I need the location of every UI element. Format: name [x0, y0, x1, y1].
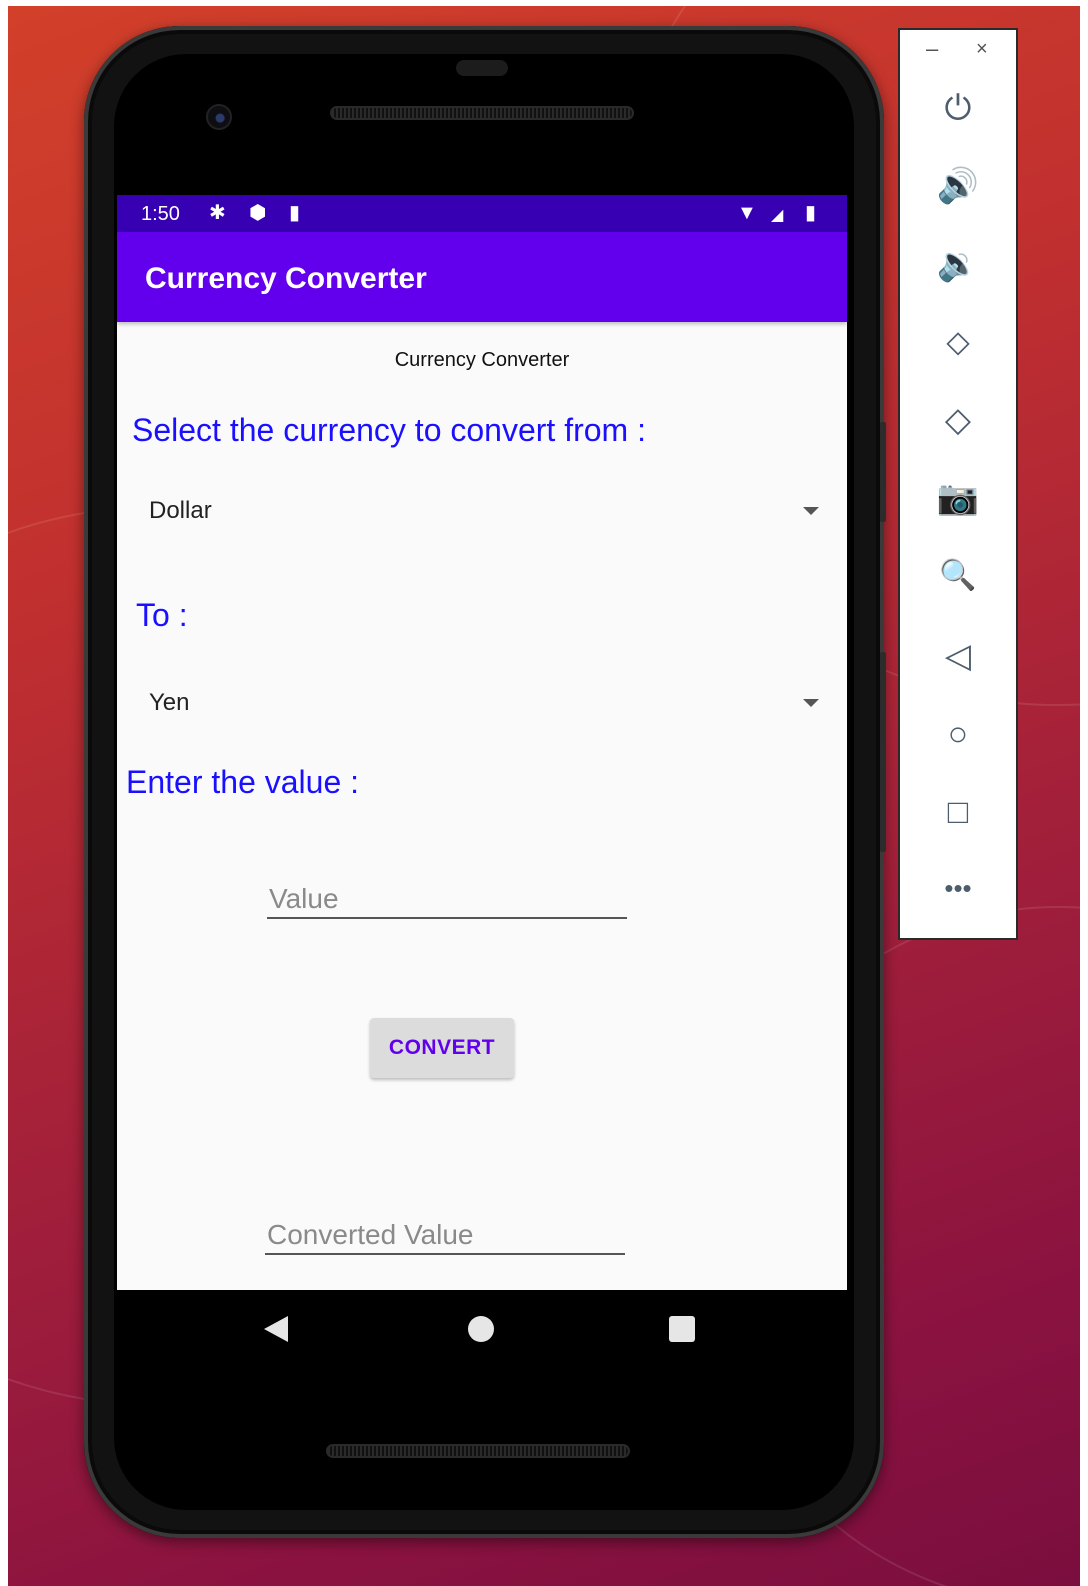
- converted-value-field[interactable]: Converted Value: [265, 1205, 625, 1255]
- app-bar-title: Currency Converter: [145, 262, 427, 295]
- phone-top-speaker: [330, 106, 634, 120]
- to-currency-value: Yen: [149, 689, 190, 716]
- status-time: 1:50: [141, 203, 180, 225]
- overview-icon[interactable]: □: [900, 792, 1016, 832]
- from-currency-value: Dollar: [149, 497, 212, 524]
- to-currency-dropdown[interactable]: Yen: [149, 677, 819, 727]
- phone-front-camera: [206, 104, 232, 130]
- phone-sensor: [456, 60, 508, 76]
- volume-down-icon[interactable]: 🔉: [900, 244, 1016, 284]
- phone-volume-button: [880, 652, 886, 852]
- app-screen: 1:50 ✱ ⬢ ▮ ▼ ◢ ▮ Currency Converter Curr…: [117, 195, 847, 1290]
- emulator-toolbar: – × ⏻ 🔊 🔉 ⬦ ◇ 📷 🔍 ◁ ○ □ •••: [898, 28, 1018, 940]
- close-button[interactable]: ×: [976, 38, 988, 61]
- home-icon[interactable]: ○: [900, 714, 1016, 754]
- shield-icon: ⬢: [249, 202, 267, 224]
- wifi-icon: ▼: [737, 202, 757, 224]
- back-icon[interactable]: ◁: [900, 636, 1016, 676]
- page-title: Currency Converter: [394, 349, 570, 371]
- phone-power-button: [880, 422, 886, 522]
- home-icon[interactable]: [468, 1316, 494, 1342]
- rotate-left-icon[interactable]: ⬦: [900, 322, 1016, 362]
- zoom-icon[interactable]: 🔍: [900, 556, 1016, 596]
- camera-icon[interactable]: 📷: [900, 478, 1016, 518]
- more-icon[interactable]: •••: [900, 868, 1016, 908]
- phone-bottom-speaker: [326, 1444, 630, 1458]
- minimize-button[interactable]: –: [926, 36, 938, 62]
- app-bar: Currency Converter: [117, 232, 847, 322]
- enter-value-label: Enter the value :: [126, 764, 360, 800]
- recents-icon[interactable]: [669, 1316, 695, 1342]
- dropdown-arrow-icon: [803, 507, 819, 515]
- volume-up-icon[interactable]: 🔊: [900, 166, 1016, 206]
- signal-icon: ◢: [771, 207, 784, 224]
- value-input[interactable]: Value: [267, 869, 627, 919]
- from-currency-dropdown[interactable]: Dollar: [149, 485, 819, 535]
- converted-value-hint: Converted Value: [267, 1219, 474, 1250]
- dropdown-arrow-icon: [803, 699, 819, 707]
- value-input-hint: Value: [269, 883, 339, 914]
- rotate-right-icon[interactable]: ◇: [900, 400, 1016, 440]
- battery-icon: ▮: [805, 202, 817, 224]
- power-icon[interactable]: ⏻: [900, 88, 1016, 128]
- sd-card-icon: ▮: [289, 202, 301, 224]
- convert-button[interactable]: CONVERT: [370, 1018, 514, 1078]
- back-icon[interactable]: [264, 1316, 288, 1342]
- from-currency-label: Select the currency to convert from :: [132, 412, 646, 448]
- to-currency-label: To :: [136, 597, 188, 633]
- status-bar: 1:50 ✱ ⬢ ▮ ▼ ◢ ▮: [117, 195, 847, 232]
- settings-icon: ✱: [209, 202, 226, 224]
